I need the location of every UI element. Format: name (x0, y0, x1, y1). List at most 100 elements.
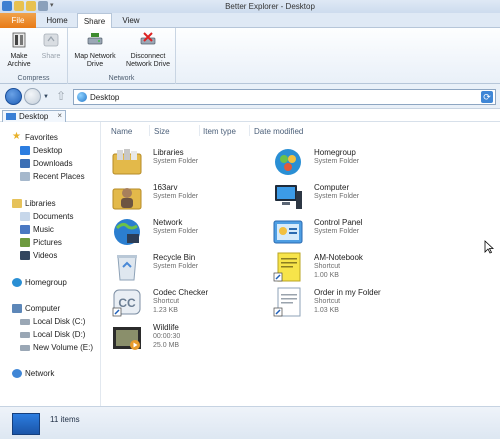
ribbon-group-compress: Make Archive Share Compress (0, 28, 68, 84)
drive-icon (20, 319, 30, 325)
codec-checker-icon: CC (112, 289, 141, 317)
ribbon: Make Archive Share Compress Map Network … (0, 28, 500, 84)
mouse-cursor-icon (484, 240, 494, 254)
file-name: Libraries (153, 148, 184, 157)
tab-label: Desktop (19, 112, 49, 121)
documents-icon (20, 212, 30, 221)
recent-places-icon (20, 172, 30, 181)
share-button[interactable]: Share (37, 32, 65, 61)
recycle-bin-icon (117, 255, 137, 281)
control-panel-icon (273, 220, 303, 244)
network-icon (114, 219, 140, 245)
notebook-icon (273, 252, 301, 282)
navigation-bar: ▼ ⇧ Desktop ⟳ (0, 84, 500, 109)
video-icon (113, 327, 141, 350)
disconnect-network-drive-button[interactable]: Disconnect Network Drive (123, 32, 173, 69)
map-drive-icon (87, 33, 103, 45)
make-archive-button[interactable]: Make Archive (3, 32, 35, 69)
tab-file[interactable]: File (0, 13, 36, 28)
title-bar: ▾ Better Explorer - Desktop (0, 0, 500, 13)
drive-icon (20, 345, 30, 351)
file-item[interactable]: Libraries System Folder (111, 146, 261, 180)
column-header-date-modified[interactable]: Date modified (254, 127, 303, 136)
file-type: System Folder (314, 158, 360, 165)
file-type: System Folder (314, 193, 360, 200)
file-name: Wildlife (153, 323, 179, 332)
column-header-item-type[interactable]: Item type (203, 127, 236, 136)
network-group-label: Network (108, 75, 135, 82)
column-header-size[interactable]: Size (154, 127, 170, 136)
libraries-icon (12, 199, 22, 208)
archive-icon (12, 32, 26, 48)
file-name: Homegroup (314, 148, 356, 157)
file-name: Computer (314, 183, 350, 192)
disconnect-drive-icon (140, 32, 156, 45)
file-item[interactable]: Order in my Folder Shortcut 1.03 KB (272, 286, 422, 320)
navigation-pane: ★ Favorites Desktop Downloads Recent Pla… (0, 122, 101, 406)
computer-icon (12, 304, 22, 313)
column-header-name[interactable]: Name (111, 127, 132, 136)
file-item[interactable]: Recycle Bin System Folder (111, 251, 261, 285)
back-button[interactable] (5, 88, 22, 105)
file-item[interactable]: CC Codec Checker Shortcut 1.23 KB (111, 286, 261, 320)
homegroup-icon (12, 278, 22, 287)
status-bar: 11 items (0, 406, 500, 439)
file-type: System Folder (153, 158, 199, 165)
tab-share[interactable]: Share (77, 13, 112, 29)
file-item[interactable]: Control Panel System Folder (272, 216, 422, 250)
desktop-icon (20, 146, 30, 155)
column-separator (199, 125, 200, 136)
computer-icon (275, 185, 302, 209)
file-name: Network (153, 218, 183, 227)
tab-view[interactable]: View (113, 13, 149, 28)
file-item[interactable]: Wildlife 00:00:30 25.0 MB (111, 321, 261, 355)
file-size: 1.03 KB (314, 307, 339, 314)
share-icon (43, 33, 59, 47)
file-type: System Folder (153, 193, 199, 200)
forward-button[interactable] (24, 88, 41, 105)
user-folder-icon (112, 188, 142, 210)
desktop-icon (6, 113, 16, 120)
close-icon[interactable]: × (57, 111, 62, 120)
map-network-drive-button[interactable]: Map Network Drive (71, 32, 119, 69)
file-type: System Folder (314, 228, 360, 235)
star-icon: ★ (12, 131, 21, 142)
window-title: Better Explorer - Desktop (225, 2, 315, 11)
file-name: AM-Notebook (314, 253, 363, 262)
tab-strip: Desktop × (0, 109, 500, 122)
file-name: Recycle Bin (153, 253, 196, 262)
tab-desktop[interactable]: Desktop × (2, 110, 66, 122)
file-name: Control Panel (314, 218, 363, 227)
file-name: Codec Checker (153, 288, 209, 297)
shortcut-icon (273, 287, 301, 317)
file-item[interactable]: Computer System Folder (272, 181, 422, 215)
tab-home[interactable]: Home (38, 13, 76, 28)
file-type: Shortcut (153, 298, 180, 305)
file-type: System Folder (153, 263, 199, 270)
network-icon (12, 369, 22, 378)
videos-icon (20, 251, 30, 260)
libraries-icon (112, 149, 142, 175)
up-arrow-icon[interactable]: ⇧ (56, 89, 66, 103)
address-bar[interactable]: Desktop ⟳ (73, 89, 496, 105)
item-count: 11 items (50, 415, 80, 424)
file-item[interactable]: Homegroup System Folder (272, 146, 422, 180)
file-name: Order in my Folder (314, 288, 381, 297)
music-icon (20, 225, 30, 234)
compress-group-label: Compress (17, 75, 50, 82)
disconnect-drive-label: Disconnect Network Drive (126, 53, 170, 68)
drive-icon (20, 332, 30, 338)
desktop-icon (77, 92, 87, 102)
file-item[interactable]: AM-Notebook Shortcut 1.00 KB (272, 251, 422, 285)
file-item[interactable]: Network System Folder (111, 216, 261, 250)
file-size: 1.00 KB (314, 272, 339, 279)
file-type: Shortcut (314, 298, 341, 305)
file-item[interactable]: 163arv System Folder (111, 181, 261, 215)
refresh-icon[interactable]: ⟳ (481, 91, 493, 103)
make-archive-label: Make Archive (7, 53, 31, 68)
file-size: 25.0 MB (153, 342, 180, 349)
column-separator (249, 125, 250, 136)
file-name: 163arv (153, 183, 178, 192)
chevron-down-icon[interactable]: ▼ (43, 94, 49, 100)
desktop-icon (12, 413, 40, 435)
